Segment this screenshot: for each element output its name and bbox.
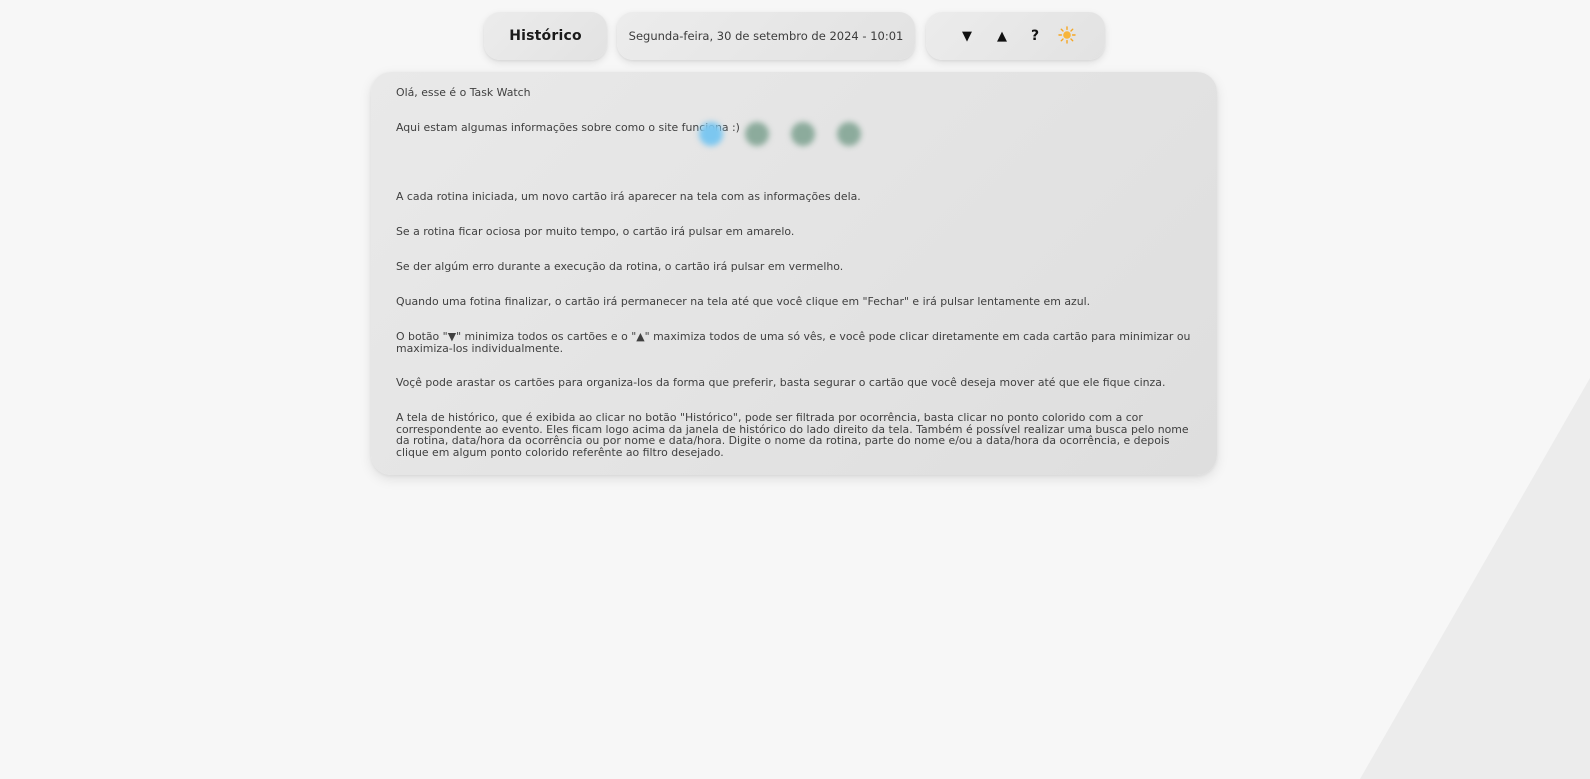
datetime-display: Segunda-feira, 30 de setembro de 2024 - … [617,12,915,60]
sun-icon [1058,26,1076,44]
question-icon: ? [1030,28,1040,44]
chevron-down-icon: ▼ [962,28,972,44]
minimize-all-button[interactable]: ▼ [956,25,978,47]
info-paragraph: O botão "▼" minimiza todos os cartões e … [396,330,1191,355]
info-panel: Olá, esse é o Task Watch Aqui estam algu… [371,72,1217,475]
info-paragraph: Voçê pode arastar os cartões para organi… [396,376,1166,389]
status-dots [699,118,899,150]
maximize-all-button[interactable]: ▲ [991,25,1013,47]
status-dot-green[interactable] [791,122,815,146]
greeting-text: Olá, esse é o Task Watch [396,86,531,99]
theme-toggle-button[interactable] [1056,24,1078,46]
info-paragraph: Se der algúm erro durante a execução da … [396,260,844,273]
history-button[interactable]: Histórico [484,12,607,60]
info-paragraph: A tela de histórico, que é exibida ao cl… [396,411,1189,459]
info-paragraph: Se a rotina ficar ociosa por muito tempo… [396,225,795,238]
datetime-text: Segunda-feira, 30 de setembro de 2024 - … [628,29,904,43]
chevron-up-icon: ▲ [997,28,1007,44]
info-paragraph: A cada rotina iniciada, um novo cartão i… [396,190,861,203]
status-dot-blue[interactable] [699,122,723,146]
help-button[interactable]: ? [1024,25,1046,47]
history-button-label: Histórico [509,28,582,44]
status-dot-green[interactable] [745,122,769,146]
top-bar: Histórico Segunda-feira, 30 de setembro … [0,12,1590,62]
info-paragraph: Quando uma fotina finalizar, o cartão ir… [396,295,1091,308]
status-dot-green[interactable] [837,122,861,146]
controls-group: ▼ ▲ ? [926,12,1105,60]
